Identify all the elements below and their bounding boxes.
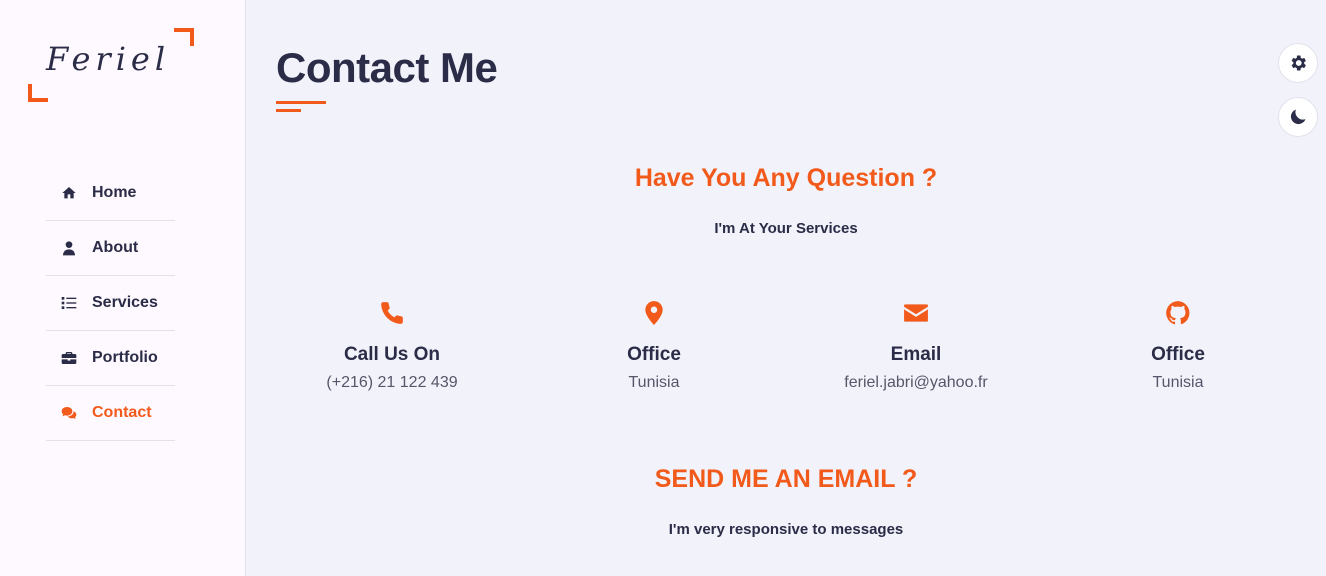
logo-corner-top-right [174, 28, 194, 46]
sidebar-item-home[interactable]: Home [46, 166, 175, 221]
briefcase-icon [60, 350, 78, 366]
github-icon[interactable] [1058, 296, 1298, 330]
sidebar-item-services[interactable]: Services [46, 276, 175, 331]
theme-toggle-button[interactable] [1278, 97, 1318, 137]
logo-text: Feriel [46, 40, 171, 78]
home-icon [60, 185, 78, 201]
contact-label: Email [890, 344, 942, 365]
contact-value: Tunisia [628, 374, 680, 391]
logo[interactable]: Feriel [28, 28, 194, 102]
title-underline [276, 101, 326, 112]
sidebar-item-label: Portfolio [92, 349, 158, 366]
sidebar-nav: Home About Services Portfolio Contact [46, 166, 175, 441]
phone-icon [272, 296, 512, 330]
gear-icon [1291, 55, 1306, 71]
page-title: Contact Me [276, 44, 498, 91]
comments-icon [60, 405, 78, 421]
moon-icon [1290, 109, 1306, 125]
contact-value: Tunisia [1152, 374, 1204, 391]
contact-label: Office [627, 344, 681, 365]
sidebar-item-label: Home [92, 184, 137, 201]
contact-value[interactable]: (+216) 21 122 439 [272, 374, 512, 392]
sidebar-item-portfolio[interactable]: Portfolio [46, 331, 175, 386]
sidebar-item-about[interactable]: About [46, 221, 175, 276]
contact-card-phone: Call Us On (+216) 21 122 439 [272, 296, 512, 392]
contact-card-email: Email feriel.jabri@yahoo.fr [796, 296, 1036, 392]
map-marker-icon [534, 296, 774, 330]
contact-label: Office [1151, 344, 1205, 365]
user-icon [60, 240, 78, 256]
sidebar-item-label: Contact [92, 404, 152, 421]
list-icon [60, 295, 78, 311]
sidebar-item-contact[interactable]: Contact [46, 386, 175, 441]
logo-corner-bottom-left [28, 84, 48, 102]
sidebar: Feriel Home About Services Portfolio Con… [0, 0, 246, 576]
sidebar-item-label: Services [92, 294, 158, 311]
email-subheading: I'm very responsive to messages [668, 521, 904, 538]
email-heading: SEND ME AN EMAIL ? [654, 465, 918, 493]
sidebar-item-label: About [92, 239, 139, 256]
question-heading: Have You Any Question ? [634, 164, 938, 192]
contact-value[interactable]: feriel.jabri@yahoo.fr [796, 374, 1036, 392]
question-subheading: I'm At Your Services [714, 220, 858, 237]
contact-label: Call Us On [343, 344, 441, 365]
contact-card-office: Office Tunisia [534, 296, 774, 392]
contact-card-github: Office Tunisia [1058, 296, 1298, 392]
settings-button[interactable] [1278, 43, 1318, 83]
envelope-icon [796, 296, 1036, 330]
